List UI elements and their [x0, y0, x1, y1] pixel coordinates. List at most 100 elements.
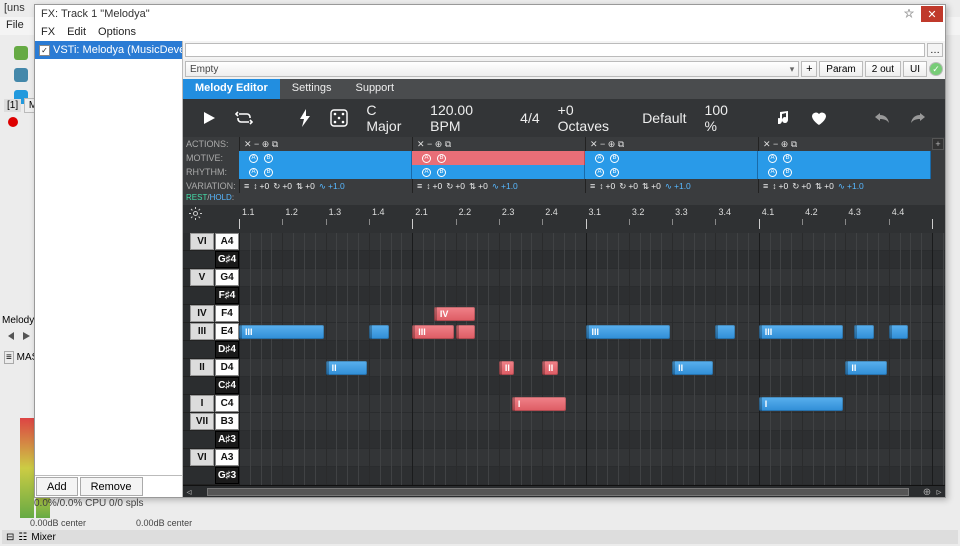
piano-row[interactable]: VG4 — [183, 269, 239, 287]
piano-row[interactable]: A♯3 — [183, 431, 239, 449]
midi-note[interactable] — [369, 325, 389, 339]
octave-display[interactable]: +0 Octaves — [558, 102, 625, 134]
var-cell-1[interactable]: ≡↕+0↻+0⇅+0∿+1.0 — [239, 179, 412, 193]
midi-note[interactable]: II — [672, 361, 713, 375]
close-icon[interactable]: ✕ — [921, 6, 943, 22]
mixer-icon[interactable]: ☷ — [18, 532, 27, 543]
midi-note[interactable] — [854, 325, 874, 339]
bolt-icon[interactable] — [298, 109, 312, 127]
piano-row[interactable]: VIA3 — [183, 449, 239, 467]
midi-note[interactable]: II — [542, 361, 557, 375]
rhythm-3[interactable]: AB — [585, 165, 758, 179]
zoom-reset-icon[interactable]: ▹ — [933, 487, 945, 497]
fx-titlebar[interactable]: FX: Track 1 "Melodya" ✕ — [35, 5, 945, 23]
midi-note[interactable]: II — [845, 361, 886, 375]
piano-key[interactable]: G♯3 — [215, 467, 239, 484]
pin-icon[interactable] — [899, 7, 919, 21]
redo-icon[interactable] — [909, 111, 927, 125]
remove-button[interactable]: Remove — [80, 477, 143, 496]
dice-icon[interactable] — [330, 109, 348, 127]
route-icon[interactable]: ⊟ — [6, 532, 14, 543]
midi-note[interactable] — [715, 325, 735, 339]
piano-key[interactable]: C♯4 — [215, 377, 239, 394]
play-icon[interactable] — [201, 110, 217, 126]
piano-key[interactable]: B3 — [215, 413, 239, 430]
preset-dropdown[interactable]: Empty — [185, 61, 799, 77]
midi-note[interactable]: I — [512, 397, 566, 411]
scrollbar-thumb[interactable] — [207, 488, 909, 496]
piano-row[interactable]: G♯3 — [183, 467, 239, 485]
loop-icon[interactable] — [235, 111, 253, 125]
bpm-display[interactable]: 120.00 BPM — [430, 102, 502, 134]
rhythm-2[interactable]: AB — [412, 165, 585, 179]
zoom-in-icon[interactable]: ⊕ — [921, 487, 933, 497]
play-icon[interactable] — [20, 330, 32, 342]
plugin-name-field[interactable] — [185, 43, 925, 57]
piano-row[interactable]: IIIE4 — [183, 323, 239, 341]
piano-key[interactable]: A♯3 — [215, 431, 239, 448]
zoom-out-icon[interactable]: ◃ — [183, 487, 195, 497]
add-button[interactable]: Add — [36, 477, 78, 496]
piano-key[interactable]: G4 — [215, 269, 239, 286]
piano-row[interactable]: IID4 — [183, 359, 239, 377]
midi-note[interactable]: II — [499, 361, 514, 375]
piano-key[interactable]: F♯4 — [215, 287, 239, 304]
piano-key[interactable]: C4 — [215, 395, 239, 412]
note-icon[interactable] — [778, 110, 792, 126]
prev-icon[interactable] — [4, 330, 16, 342]
piano-key[interactable]: G♯4 — [215, 251, 239, 268]
rhythm-1[interactable]: AB — [239, 165, 412, 179]
var-cell-4[interactable]: ≡↕+0↻+0⇅+0∿+1.0 — [758, 179, 931, 193]
midi-note[interactable]: III — [239, 325, 324, 339]
fx-menu-fx[interactable]: FX — [41, 26, 55, 38]
midi-note[interactable]: IV — [434, 307, 475, 321]
midi-note[interactable]: III — [412, 325, 453, 339]
bypass-toggle[interactable]: ✓ — [929, 62, 943, 76]
key-display[interactable]: C Major — [366, 102, 412, 134]
actions-cell-1[interactable]: ✕ − ⊕ ⧉ — [239, 137, 412, 151]
swing-display[interactable]: Default — [642, 110, 686, 126]
piano-row[interactable]: VIIB3 — [183, 413, 239, 431]
piano-row[interactable]: VIA4 — [183, 233, 239, 251]
piano-row[interactable]: C♯4 — [183, 377, 239, 395]
motive-4[interactable]: AB — [758, 151, 931, 165]
timeline-bars[interactable]: 1.11.21.31.42.12.22.32.43.13.23.33.44.14… — [239, 205, 945, 233]
motive-2[interactable]: AB — [412, 151, 585, 165]
toolbar-icon-1[interactable] — [14, 46, 28, 60]
midi-note[interactable]: III — [586, 325, 671, 339]
fx-menu-options[interactable]: Options — [98, 26, 136, 38]
midi-note[interactable] — [456, 325, 476, 339]
fx-enable-checkbox[interactable]: ✓ — [39, 45, 50, 56]
param-button[interactable]: Param — [819, 61, 862, 77]
midi-note[interactable]: II — [326, 361, 367, 375]
horizontal-scrollbar[interactable]: ◃ ⊕ ▹ — [183, 485, 945, 497]
piano-key[interactable]: D4 — [215, 359, 239, 376]
undo-icon[interactable] — [873, 111, 891, 125]
add-bar-button[interactable]: + — [932, 138, 944, 150]
tab-melody-editor[interactable]: Melody Editor — [183, 79, 280, 99]
midi-note[interactable]: I — [759, 397, 844, 411]
piano-row[interactable]: D♯4 — [183, 341, 239, 359]
var-cell-3[interactable]: ≡↕+0↻+0⇅+0∿+1.0 — [585, 179, 758, 193]
piano-row[interactable]: F♯4 — [183, 287, 239, 305]
piano-row[interactable]: IC4 — [183, 395, 239, 413]
heart-icon[interactable] — [810, 110, 828, 126]
ts-display[interactable]: 4/4 — [520, 110, 539, 126]
piano-key[interactable]: E4 — [215, 323, 239, 340]
midi-note[interactable]: III — [759, 325, 844, 339]
piano-key[interactable]: D♯4 — [215, 341, 239, 358]
tab-settings[interactable]: Settings — [280, 79, 344, 99]
plugin-more-button[interactable]: … — [927, 43, 943, 57]
rhythm-4[interactable]: AB — [758, 165, 931, 179]
fx-chain-item[interactable]: ✓ VSTi: Melodya (MusicDevelopme... — [35, 41, 182, 59]
actions-cell-4[interactable]: ✕ − ⊕ ⧉ — [758, 137, 931, 151]
piano-key[interactable]: A3 — [215, 449, 239, 466]
toolbar-icon-2[interactable] — [14, 68, 28, 82]
piano-key[interactable]: A4 — [215, 233, 239, 250]
daw-tab-1[interactable]: [1] — [4, 99, 21, 112]
motive-1[interactable]: AB — [239, 151, 412, 165]
gear-icon[interactable] — [183, 205, 239, 233]
piano-row[interactable]: IVF4 — [183, 305, 239, 323]
daw-menu-file[interactable]: File — [6, 19, 24, 33]
out-button[interactable]: 2 out — [865, 61, 901, 77]
